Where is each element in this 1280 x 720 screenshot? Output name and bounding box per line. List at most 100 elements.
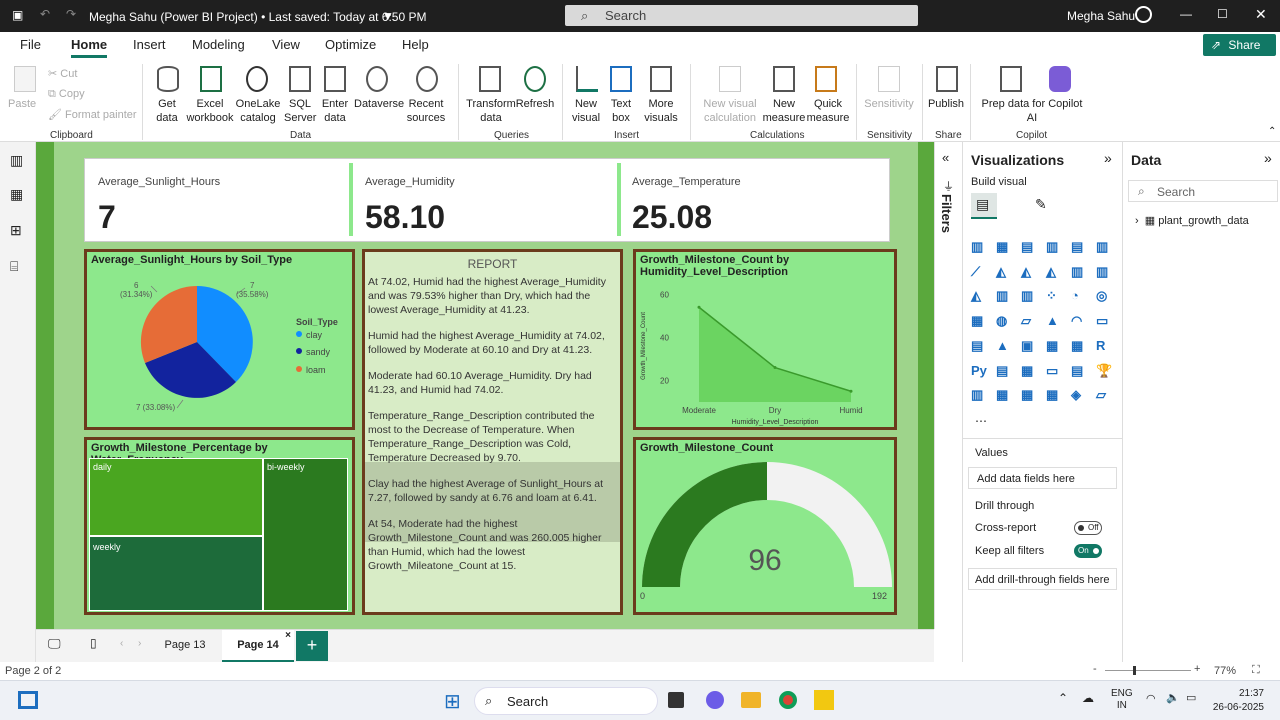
refresh-button[interactable]: Refresh <box>515 97 555 111</box>
visual-type-icon[interactable]: ◔ <box>1071 288 1087 304</box>
wifi-icon[interactable]: ◠ <box>1146 692 1156 705</box>
visual-type-icon[interactable]: Py <box>971 363 987 379</box>
visual-type-icon[interactable]: ▱ <box>1096 387 1112 403</box>
close-tab-icon[interactable]: × <box>285 620 291 651</box>
area-series-fill[interactable] <box>699 307 851 402</box>
enter-data-button[interactable]: Enter data <box>319 97 351 125</box>
visual-type-icon[interactable]: ▥ <box>1046 239 1062 255</box>
visual-type-icon[interactable]: ▭ <box>1046 363 1062 379</box>
taskbar-search[interactable]: ⌕ Search <box>474 687 658 715</box>
language-indicator[interactable]: ENG IN <box>1111 688 1133 712</box>
visual-type-icon[interactable]: ▥ <box>1071 264 1087 280</box>
treemap-visual[interactable]: Growth_Milestone_Percentage by Water_Fre… <box>84 437 355 615</box>
next-page-icon[interactable]: › <box>138 638 141 649</box>
visual-type-icon[interactable]: ◎ <box>1096 288 1112 304</box>
quick-measure-button[interactable]: Quick measure <box>806 97 850 125</box>
visual-type-icon[interactable]: ◭ <box>971 288 987 304</box>
collapse-left-icon[interactable]: « <box>942 150 949 165</box>
visual-type-icon[interactable]: ◭ <box>996 264 1012 280</box>
dax-query-icon[interactable]: ⌸ <box>10 258 18 275</box>
menu-insert[interactable]: Insert <box>133 37 166 52</box>
menu-view[interactable]: View <box>272 37 300 52</box>
avatar[interactable] <box>1135 6 1152 23</box>
file-explorer-icon[interactable] <box>741 692 761 708</box>
visual-type-icon[interactable]: ◭ <box>1046 264 1062 280</box>
battery-icon[interactable]: ▭ <box>1186 691 1196 704</box>
menu-modeling[interactable]: Modeling <box>192 37 245 52</box>
new-visual-calculation-button[interactable]: New visual calculation <box>700 97 760 125</box>
filters-pane[interactable]: « ⏚ Filters <box>934 142 962 629</box>
add-page-button[interactable]: + <box>296 631 328 661</box>
page-tab-active[interactable]: Page 14 × <box>222 630 294 663</box>
visual-type-icon[interactable]: ▦ <box>1021 387 1037 403</box>
mobile-layout-icon[interactable]: ▯ <box>90 636 97 650</box>
excel-workbook-button[interactable]: Excel workbook <box>184 97 236 125</box>
visual-type-icon[interactable]: ▦ <box>996 239 1012 255</box>
transform-data-button[interactable]: Transform data <box>465 97 517 125</box>
get-data-button[interactable]: Get data <box>148 97 186 125</box>
more-visual-types-icon[interactable]: ⋯ <box>975 414 987 428</box>
undo-icon[interactable]: ↶ <box>40 7 50 21</box>
visual-type-icon[interactable]: ▦ <box>1071 338 1087 354</box>
visual-type-icon[interactable]: ▤ <box>1021 239 1037 255</box>
windows-start-icon[interactable]: ⊞ <box>444 689 461 714</box>
zoom-out-icon[interactable]: - <box>1093 663 1097 675</box>
treemap-cell-weekly[interactable]: weekly <box>89 536 263 611</box>
visual-type-icon[interactable]: ◍ <box>996 313 1012 329</box>
redo-icon[interactable]: ↷ <box>66 7 76 21</box>
treemap-cell-daily[interactable]: daily <box>89 458 263 536</box>
table-view-icon[interactable]: ▦ <box>10 186 23 203</box>
menu-optimize[interactable]: Optimize <box>325 37 376 52</box>
chevron-down-icon[interactable]: ▼ <box>382 9 394 23</box>
close-icon[interactable]: ✕ <box>1255 6 1267 23</box>
prep-data-copilot-button[interactable]: Prep data for Copilot AI <box>978 97 1086 125</box>
text-box-button[interactable]: Text box <box>604 97 638 125</box>
page-tab[interactable]: Page 13 <box>150 630 220 663</box>
report-text-box[interactable]: REPORT At 74.02, Humid had the highest A… <box>362 249 623 615</box>
visual-type-icon[interactable]: ▥ <box>971 239 987 255</box>
minimize-icon[interactable]: — <box>1180 7 1192 21</box>
visual-type-icon[interactable]: ▱ <box>1021 313 1037 329</box>
visual-type-icon[interactable]: ▤ <box>1071 239 1087 255</box>
clock[interactable]: 21:37 26-06-2025 <box>1212 687 1264 715</box>
report-view-icon[interactable]: ▥ <box>10 152 23 169</box>
model-view-icon[interactable]: ⊞ <box>10 222 22 239</box>
treemap-cell-bi-weekly[interactable]: bi-weekly <box>263 458 348 611</box>
share-button[interactable]: ⇗ Share ⌄ <box>1203 34 1276 74</box>
table-node[interactable]: › ▦ plant_growth_data <box>1135 214 1249 227</box>
expand-right-icon[interactable]: » <box>1264 150 1272 166</box>
task-view-icon[interactable] <box>668 692 684 708</box>
visual-type-icon[interactable]: ▥ <box>1021 288 1037 304</box>
menu-file[interactable]: File <box>20 37 41 52</box>
visual-type-icon[interactable]: ▦ <box>1021 363 1037 379</box>
new-measure-button[interactable]: New measure <box>762 97 806 125</box>
visual-type-icon[interactable]: ▦ <box>971 313 987 329</box>
sensitivity-button[interactable]: Sensitivity <box>862 97 916 111</box>
visual-type-icon[interactable]: ▤ <box>996 363 1012 379</box>
desktop-layout-icon[interactable]: 🖵 <box>48 636 61 652</box>
sql-server-button[interactable]: SQL Server <box>284 97 316 125</box>
volume-icon[interactable]: 🔈 <box>1166 691 1180 704</box>
visual-type-icon[interactable]: ▣ <box>1021 338 1037 354</box>
copy-button[interactable]: ⧉ Copy <box>48 87 85 101</box>
cloud-icon[interactable]: ☁ <box>1082 691 1094 705</box>
visual-type-icon[interactable]: ▦ <box>996 387 1012 403</box>
zoom-slider-thumb[interactable] <box>1133 666 1136 675</box>
publish-button[interactable]: Publish <box>926 97 966 111</box>
new-visual-button[interactable]: New visual <box>568 97 604 125</box>
visual-type-icon[interactable]: ▥ <box>1096 239 1112 255</box>
menu-help[interactable]: Help <box>402 37 429 52</box>
area-data-point[interactable] <box>773 366 777 370</box>
chevron-up-icon[interactable]: ⌃ <box>1058 691 1068 705</box>
desktop-widget-icon[interactable] <box>18 691 38 709</box>
build-visual-tab[interactable]: ▤ <box>971 193 997 219</box>
area-data-point[interactable] <box>849 389 853 393</box>
power-bi-icon[interactable] <box>814 690 834 710</box>
visual-type-icon[interactable]: ▲ <box>996 338 1012 354</box>
data-search-input[interactable]: ⌕ Search <box>1128 180 1278 202</box>
more-visuals-button[interactable]: More visuals <box>638 97 684 125</box>
keep-filters-toggle[interactable]: On <box>1074 544 1102 558</box>
prev-page-icon[interactable]: ‹ <box>120 638 123 649</box>
menu-home[interactable]: Home <box>71 37 108 58</box>
copilot-app-icon[interactable] <box>706 691 724 709</box>
